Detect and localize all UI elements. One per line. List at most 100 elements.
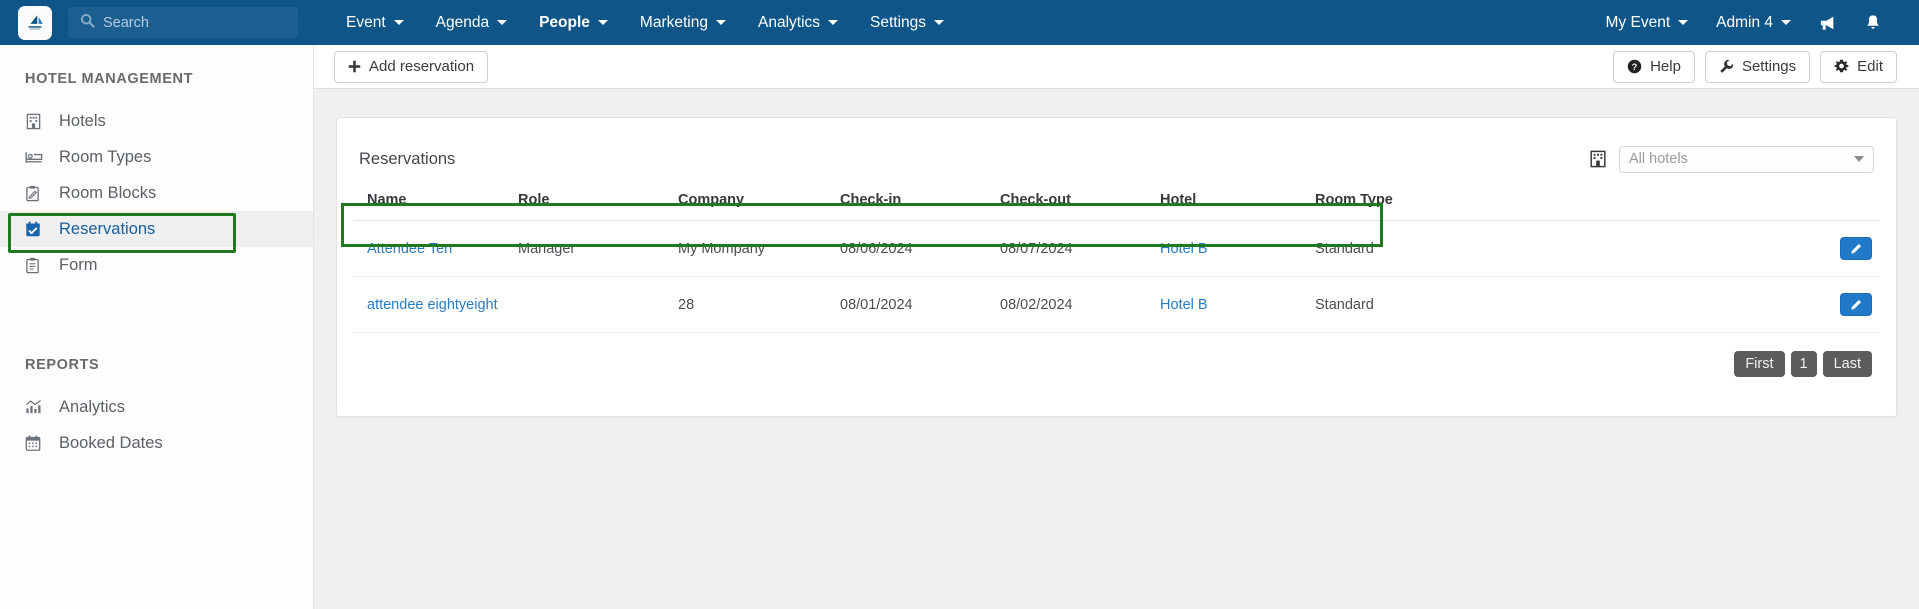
chevron-down-icon <box>393 20 404 25</box>
cell-check-out: 08/07/2024 <box>1000 220 1160 277</box>
column-header-actions <box>1460 180 1880 221</box>
hotel-link[interactable]: Hotel B <box>1160 297 1208 313</box>
nav-item-marketing-label: Marketing <box>639 13 708 31</box>
sidebar-item-analytics[interactable]: Analytics <box>0 389 313 425</box>
cell-room-type: Standard <box>1315 276 1460 333</box>
sidebar-item-reservations[interactable]: Reservations <box>0 211 313 247</box>
cell-actions <box>1460 276 1880 333</box>
sidebar-item-booked-dates[interactable]: Booked Dates <box>0 425 313 461</box>
toolbar-actions: ? Help Settings Edit <box>1613 50 1897 83</box>
cell-room-type: Standard <box>1315 220 1460 277</box>
cell-company: My Mompany <box>678 220 840 277</box>
card-header-filters: All hotels <box>1589 145 1874 173</box>
megaphone-icon <box>1820 16 1834 30</box>
nav-item-analytics-label: Analytics <box>757 13 821 31</box>
column-header-room-type[interactable]: Room Type <box>1315 180 1460 221</box>
sidebar-reports-menu: Analytics Booked Dates <box>0 389 313 461</box>
settings-label: Settings <box>1741 58 1797 75</box>
nav-item-analytics[interactable]: Analytics <box>742 0 854 45</box>
hotel-building-icon <box>25 113 51 130</box>
bar-chart-icon <box>25 399 51 415</box>
nav-item-agenda[interactable]: Agenda <box>420 0 523 45</box>
help-button[interactable]: ? Help <box>1613 50 1695 83</box>
row-edit-button[interactable] <box>1840 237 1872 260</box>
settings-button[interactable]: Settings <box>1704 50 1811 83</box>
pagination-page-1[interactable]: 1 <box>1790 351 1817 377</box>
hotel-link[interactable]: Hotel B <box>1160 241 1208 257</box>
column-header-company[interactable]: Company <box>678 180 840 221</box>
column-header-hotel[interactable]: Hotel <box>1160 180 1315 221</box>
admin-menu-label: Admin 4 <box>1716 13 1773 31</box>
bed-icon <box>25 150 51 165</box>
reservations-table: Name Role Company Check-in Check-out Hot… <box>353 180 1880 333</box>
column-header-check-in[interactable]: Check-in <box>840 180 1000 221</box>
event-selector[interactable]: My Event <box>1592 0 1703 45</box>
column-header-role[interactable]: Role <box>518 180 678 221</box>
plus-icon <box>348 60 361 73</box>
main-content: Add reservation ? Help Settings Edit Res… <box>314 45 1919 609</box>
sidebar: HOTEL MANAGEMENT Hotels Room Types Room … <box>0 45 314 609</box>
bell-icon <box>1867 15 1879 29</box>
cell-role <box>518 276 678 333</box>
chevron-down-icon <box>1678 20 1689 25</box>
edit-button[interactable]: Edit <box>1820 50 1897 83</box>
add-reservation-button[interactable]: Add reservation <box>334 50 489 83</box>
sidebar-item-room-types-label: Room Types <box>59 147 152 166</box>
column-header-check-out[interactable]: Check-out <box>1000 180 1160 221</box>
sidebar-item-room-blocks-label: Room Blocks <box>59 183 157 202</box>
cell-company: 28 <box>678 276 840 333</box>
nav-item-agenda-label: Agenda <box>435 13 490 31</box>
add-reservation-label: Add reservation <box>369 58 475 75</box>
cell-actions <box>1460 220 1880 277</box>
table-row: Attendee Ten Manager My Mompany 08/06/20… <box>353 220 1880 277</box>
nav-item-people[interactable]: People <box>523 0 624 45</box>
wrench-icon <box>1720 59 1734 73</box>
global-search[interactable] <box>68 7 298 38</box>
nav-item-marketing[interactable]: Marketing <box>624 0 742 45</box>
svg-text:?: ? <box>1632 62 1638 72</box>
chevron-down-icon <box>1854 156 1864 162</box>
search-input[interactable] <box>103 14 273 31</box>
sidebar-item-form[interactable]: Form <box>0 247 313 283</box>
sidebar-item-hotels[interactable]: Hotels <box>0 103 313 139</box>
card-title: Reservations <box>359 149 456 168</box>
nav-item-event[interactable]: Event <box>330 0 420 45</box>
nav-item-event-label: Event <box>346 13 386 31</box>
sidebar-item-booked-dates-label: Booked Dates <box>59 433 163 452</box>
reservation-name-link[interactable]: Attendee Ten <box>367 241 452 257</box>
sidebar-heading-reports: REPORTS <box>25 357 100 373</box>
nav-item-people-label: People <box>539 13 590 31</box>
table-body: Attendee Ten Manager My Mompany 08/06/20… <box>353 220 1880 333</box>
help-label: Help <box>1650 58 1681 75</box>
clipboard-pencil-icon <box>25 185 51 202</box>
chevron-down-icon <box>828 20 839 25</box>
pagination-last[interactable]: Last <box>1822 351 1872 377</box>
hotel-filter-value: All hotels <box>1629 151 1688 167</box>
sidebar-item-room-blocks[interactable]: Room Blocks <box>0 175 313 211</box>
pagination-first[interactable]: First <box>1734 351 1785 377</box>
announcements-button[interactable] <box>1805 0 1851 45</box>
sidebar-item-room-types[interactable]: Room Types <box>0 139 313 175</box>
cell-role: Manager <box>518 220 678 277</box>
reservations-card: Reservations All hotels Name Role Compan… <box>336 117 1897 417</box>
sidebar-item-reservations-label: Reservations <box>59 219 156 238</box>
calendar-check-icon <box>25 221 51 238</box>
card-header: Reservations All hotels <box>337 118 1896 180</box>
column-header-name[interactable]: Name <box>353 180 518 221</box>
nav-item-settings[interactable]: Settings <box>854 0 960 45</box>
admin-menu[interactable]: Admin 4 <box>1702 0 1805 45</box>
content-area: Reservations All hotels Name Role Compan… <box>314 89 1919 417</box>
reservation-name-link[interactable]: attendee eightyeight <box>367 297 498 313</box>
chevron-down-icon <box>1781 20 1791 25</box>
sidebar-item-analytics-label: Analytics <box>59 397 126 416</box>
hotel-filter-select[interactable]: All hotels <box>1619 145 1874 173</box>
cell-check-out: 08/02/2024 <box>1000 276 1160 333</box>
question-circle-icon: ? <box>1627 59 1642 74</box>
app-logo[interactable] <box>18 5 52 40</box>
calendar-icon <box>25 435 51 452</box>
gear-icon <box>1834 59 1849 73</box>
row-edit-button[interactable] <box>1840 293 1872 316</box>
edit-label: Edit <box>1857 58 1883 75</box>
notifications-button[interactable] <box>1851 0 1895 45</box>
